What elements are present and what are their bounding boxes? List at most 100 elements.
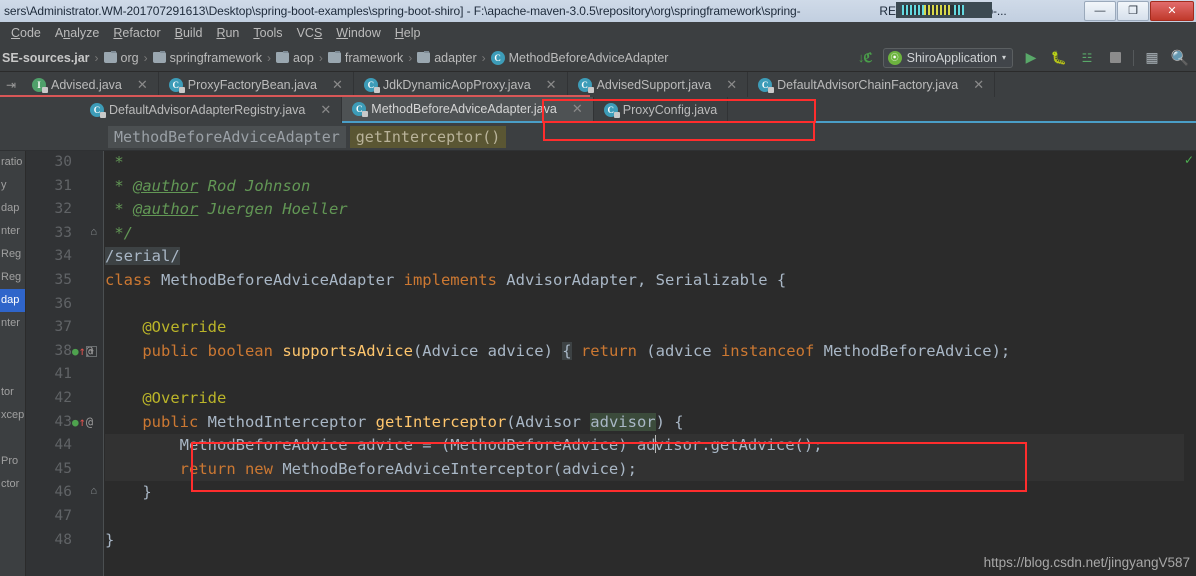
code-line-43[interactable]: public MethodInterceptor getInterceptor(… [105,411,1196,435]
implemented-method-icon[interactable]: ● [72,345,79,358]
code-line-46[interactable]: } [105,481,1196,505]
run-configuration-selector[interactable]: ⦿ ShiroApplication ▾ [882,47,1013,68]
layout-icon[interactable]: ▦ [1142,48,1162,68]
implemented-method-icon[interactable]: ● [72,416,79,429]
tree-node-13[interactable]: Pro [0,450,25,473]
gutter-markers[interactable]: ●↑@ [72,411,102,435]
gutter-line-37[interactable]: 37 [26,316,104,340]
gutter-line-43[interactable]: 43 ●↑@ [26,411,104,435]
menu-item-run[interactable]: Run [209,24,246,42]
gutter-line-42[interactable]: 42 [26,387,104,411]
tab-close-icon[interactable]: ✕ [320,102,331,118]
tree-node-1[interactable]: y [0,174,25,197]
code-line-44[interactable]: MethodBeforeAdvice advice = (MethodBefor… [105,434,1196,458]
breadcrumb-item-se-sources-jar[interactable]: SE-sources.jar [2,51,90,65]
tree-node-9[interactable] [0,358,25,381]
tab-close-icon[interactable]: ✕ [973,77,984,93]
code-fold-end-icon[interactable]: ⌂ [90,226,97,238]
menu-item-analyze[interactable]: Analyze [48,24,106,42]
tab-close-icon[interactable]: ✕ [572,101,583,117]
editor-gutter[interactable]: 30 31 32 33 ⌂ 34 35 36 37 38 ●↑@ +41 42 43 ●↑@ 44 45 46 ⌂ 4… [26,151,104,576]
breadcrumb-item-methodbeforeadviceadapter[interactable]: C MethodBeforeAdviceAdapter [490,50,668,65]
code-lines[interactable]: * * @author Rod Johnson * @author Juerge… [105,151,1196,576]
gutter-line-36[interactable]: 36 [26,293,104,317]
breadcrumb-class-chip[interactable]: MethodBeforeAdviceAdapter [108,125,346,148]
run-with-coverage-button[interactable]: ☳ [1077,48,1097,68]
menu-item-build[interactable]: Build [168,24,210,42]
editor-tab-proxyconfig[interactable]: C ProxyConfig.java [594,97,729,123]
gutter-line-44[interactable]: 44 [26,434,104,458]
breadcrumb-item-adapter[interactable]: adapter [417,50,477,65]
breadcrumb-item-framework[interactable]: framework [327,50,403,65]
code-line-38[interactable]: public boolean supportsAdvice(Advice adv… [105,340,1196,364]
run-button[interactable]: ▶ [1021,48,1041,68]
menu-item-code[interactable]: Code [4,24,48,42]
code-fold-end-icon[interactable]: ⌂ [90,485,97,497]
tree-node-0[interactable]: ratio [0,151,25,174]
sort-icon[interactable]: ↓ℭ [855,48,875,68]
minimize-button[interactable]: — [1084,1,1116,21]
code-line-36[interactable] [105,293,1196,317]
project-tool-window-strip[interactable]: ratio y dap nter Reg Reg dap nter tor xcep Pro ctor [0,151,26,576]
gutter-line-45[interactable]: 45 [26,458,104,482]
code-editor[interactable]: 30 31 32 33 ⌂ 34 35 36 37 38 ●↑@ +41 42 43 ●↑@ 44 45 46 ⌂ 4… [26,151,1196,576]
tree-node-5[interactable]: Reg [0,266,25,289]
gutter-line-47[interactable]: 47 [26,505,104,529]
tree-node-7[interactable]: nter [0,312,25,335]
tree-node-14[interactable]: ctor [0,473,25,496]
tab-close-icon[interactable]: ✕ [726,77,737,93]
code-line-42[interactable]: @Override [105,387,1196,411]
tree-node-12[interactable] [0,427,25,450]
gutter-line-48[interactable]: 48 [26,529,104,553]
tab-close-icon[interactable]: ✕ [546,77,557,93]
gutter-line-32[interactable]: 32 [26,198,104,222]
code-line-45[interactable]: return new MethodBeforeAdviceInterceptor… [105,457,1196,482]
code-line-30[interactable]: * [105,151,1196,175]
editor-tab-proxyfactorybean[interactable]: C ProxyFactoryBean.java ✕ [159,72,354,97]
editor-tab-defaultadvisoradapterregistry[interactable]: C DefaultAdvisorAdapterRegistry.java ✕ [80,97,343,123]
code-line-35[interactable]: class MethodBeforeAdviceAdapter implemen… [105,269,1196,293]
editor-tab-defaultadvisorchainfactory[interactable]: C DefaultAdvisorChainFactory.java ✕ [748,72,996,97]
tree-node-4[interactable]: Reg [0,243,25,266]
tree-node-11[interactable]: xcep [0,404,25,427]
gutter-line-30[interactable]: 30 [26,151,104,175]
error-stripe-marker[interactable]: ✓ [1184,151,1196,576]
maximize-button[interactable]: ❐ [1117,1,1149,21]
code-line-37[interactable]: @Override [105,316,1196,340]
code-line-48[interactable]: } [105,529,1196,553]
override-arrow-icon[interactable]: ↑ [79,415,86,429]
editor-tab-methodbeforeadviceadapter[interactable]: C MethodBeforeAdviceAdapter.java ✕ [342,97,594,123]
code-line-41[interactable] [105,363,1196,387]
code-line-32[interactable]: * @author Juergen Hoeller [105,198,1196,222]
editor-tab-advised[interactable]: I Advised.java ✕ [22,72,159,97]
search-icon[interactable]: 🔍 [1170,48,1190,68]
breadcrumb-item-org[interactable]: org [103,50,139,65]
menu-item-help[interactable]: Help [388,24,428,42]
tab-close-icon[interactable]: ✕ [332,77,343,93]
menu-item-vcs[interactable]: VCS [290,24,330,42]
code-line-47[interactable] [105,505,1196,529]
breadcrumb-member-chip[interactable]: getInterceptor() [349,125,507,148]
close-button[interactable]: ✕ [1150,1,1194,21]
tree-node-2[interactable]: dap [0,197,25,220]
tree-node-6[interactable]: dap [0,289,25,312]
menu-item-window[interactable]: Window [329,24,387,42]
code-fold-expand-icon[interactable]: + [86,345,97,357]
breadcrumb-item-aop[interactable]: aop [276,50,314,65]
annotation-icon[interactable]: @ [86,415,93,429]
code-line-31[interactable]: * @author Rod Johnson [105,175,1196,199]
tree-node-10[interactable]: tor [0,381,25,404]
tree-node-8[interactable] [0,335,25,358]
editor-tab-jdkdynamicaopproxy[interactable]: C JdkDynamicAopProxy.java ✕ [354,72,568,97]
breadcrumb-item-springframework[interactable]: springframework [152,50,262,65]
gutter-line-35[interactable]: 35 [26,269,104,293]
tree-node-3[interactable]: nter [0,220,25,243]
debug-button[interactable]: 🐛 [1049,48,1069,68]
tab-scroll-icon[interactable]: ⇥ [0,72,22,97]
code-line-34[interactable]: /serial/ [105,245,1196,269]
gutter-line-34[interactable]: 34 [26,245,104,269]
override-arrow-icon[interactable]: ↑ [79,344,86,358]
menu-item-refactor[interactable]: Refactor [106,24,167,42]
menu-item-tools[interactable]: Tools [246,24,289,42]
stop-button[interactable] [1105,48,1125,68]
